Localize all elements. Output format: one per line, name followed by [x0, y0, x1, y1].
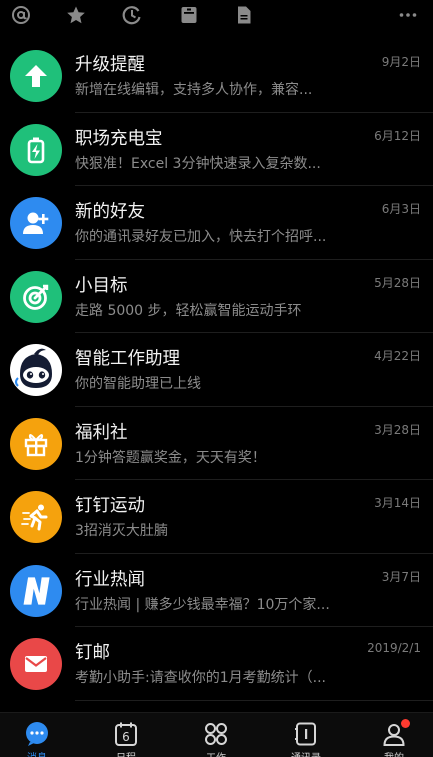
item-subtitle: 你的智能助理已上线	[75, 376, 201, 392]
tab-label: 工作	[176, 749, 256, 757]
item-subtitle: 行业热闻 | 赚多少钱最幸福？10万个家...	[75, 596, 330, 613]
list-item[interactable]: 新的好友 你的通讯录好友已加入，快去打个招呼... 6月3日	[0, 186, 433, 260]
item-subtitle: 1分钟答题赢奖金，天天有奖！	[75, 449, 266, 466]
item-time: 3月28日	[374, 422, 421, 437]
divider	[75, 699, 433, 701]
history-icon[interactable]	[121, 4, 143, 26]
message-list: 升级提醒 新增在线编辑，支持多人协作，兼容... 9月2日 职场充电宝 快狠准！…	[0, 39, 433, 701]
item-subtitle: 3招消灭大肚腩	[75, 523, 168, 539]
tab-label: 我的	[354, 749, 433, 757]
item-subtitle: 考勤小助手:请查收你的1月考勤统计（...	[75, 670, 326, 686]
item-subtitle: 快狠准！Excel 3分钟快速录入复杂数...	[75, 155, 321, 172]
document-icon[interactable]	[233, 4, 255, 26]
running-icon	[10, 491, 62, 543]
arrow-up-icon	[10, 50, 62, 102]
calendar-day: 6	[122, 730, 130, 744]
calendar-icon: 6	[113, 721, 139, 747]
more-icon[interactable]	[397, 4, 419, 26]
add-friend-icon	[10, 197, 62, 249]
item-title: 钉钉运动	[75, 496, 145, 516]
gift-icon	[10, 417, 62, 470]
archive-icon[interactable]	[178, 4, 200, 26]
tab-messages[interactable]: 消息	[0, 713, 77, 757]
list-item[interactable]: 钉钉运动 3招消灭大肚腩 3月14日	[0, 480, 433, 554]
message-icon	[24, 721, 50, 747]
item-subtitle: 新增在线编辑，支持多人协作，兼容...	[75, 82, 313, 98]
item-title: 职场充电宝	[75, 128, 163, 149]
tab-calendar[interactable]: 6 日程	[86, 713, 166, 757]
news-n-icon	[10, 564, 62, 617]
item-time: 6月12日	[374, 128, 421, 143]
top-toolbar	[0, 0, 433, 34]
work-grid-icon	[203, 721, 229, 747]
item-title: 小目标	[75, 275, 128, 296]
list-item[interactable]: 智能工作助理 你的智能助理已上线 4月22日	[0, 333, 433, 407]
item-time: 3月7日	[381, 569, 421, 584]
list-item[interactable]: 小目标 走路 5000 步，轻松赢智能运动手环 5月28日	[0, 260, 433, 333]
item-title: 福利社	[75, 422, 128, 443]
notification-badge	[401, 719, 410, 728]
item-time: 2019/2/1	[367, 641, 421, 655]
tab-label: 消息	[0, 749, 77, 757]
list-item[interactable]: 行业热闻 行业热闻 | 赚多少钱最幸福？10万个家... 3月7日	[0, 554, 433, 627]
target-icon	[10, 270, 62, 323]
list-item[interactable]: 升级提醒 新增在线编辑，支持多人协作，兼容... 9月2日	[0, 39, 433, 113]
battery-icon	[10, 123, 62, 176]
robot-avatar	[10, 344, 62, 396]
tab-work[interactable]: 工作	[176, 713, 256, 757]
bottom-tab-bar: 消息 6 日程 工作 通讯录 我的	[0, 712, 433, 757]
item-title: 新的好友	[75, 202, 145, 222]
item-time: 9月2日	[381, 55, 421, 69]
tab-label: 通讯录	[266, 749, 346, 757]
tab-profile[interactable]: 我的	[354, 713, 433, 757]
tab-label: 日程	[86, 749, 166, 757]
mail-icon	[10, 638, 62, 690]
tab-contacts[interactable]: 通讯录	[266, 713, 346, 757]
star-icon[interactable]	[65, 4, 87, 26]
at-icon[interactable]	[10, 4, 32, 26]
item-title: 钉邮	[75, 643, 110, 663]
item-title: 智能工作助理	[75, 349, 180, 369]
list-item[interactable]: 福利社 1分钟答题赢奖金，天天有奖！ 3月28日	[0, 407, 433, 480]
item-subtitle: 你的通讯录好友已加入，快去打个招呼...	[75, 229, 327, 245]
item-time: 4月22日	[374, 349, 421, 363]
item-title: 行业热闻	[75, 569, 145, 590]
list-item[interactable]: 职场充电宝 快狠准！Excel 3分钟快速录入复杂数... 6月12日	[0, 113, 433, 186]
item-title: 升级提醒	[75, 55, 145, 75]
item-time: 5月28日	[374, 275, 421, 290]
list-item[interactable]: 钉邮 考勤小助手:请查收你的1月考勤统计（... 2019/2/1	[0, 627, 433, 701]
item-time: 6月3日	[381, 202, 421, 216]
contacts-icon	[293, 721, 319, 747]
item-subtitle: 走路 5000 步，轻松赢智能运动手环	[75, 302, 302, 319]
item-time: 3月14日	[374, 496, 421, 510]
